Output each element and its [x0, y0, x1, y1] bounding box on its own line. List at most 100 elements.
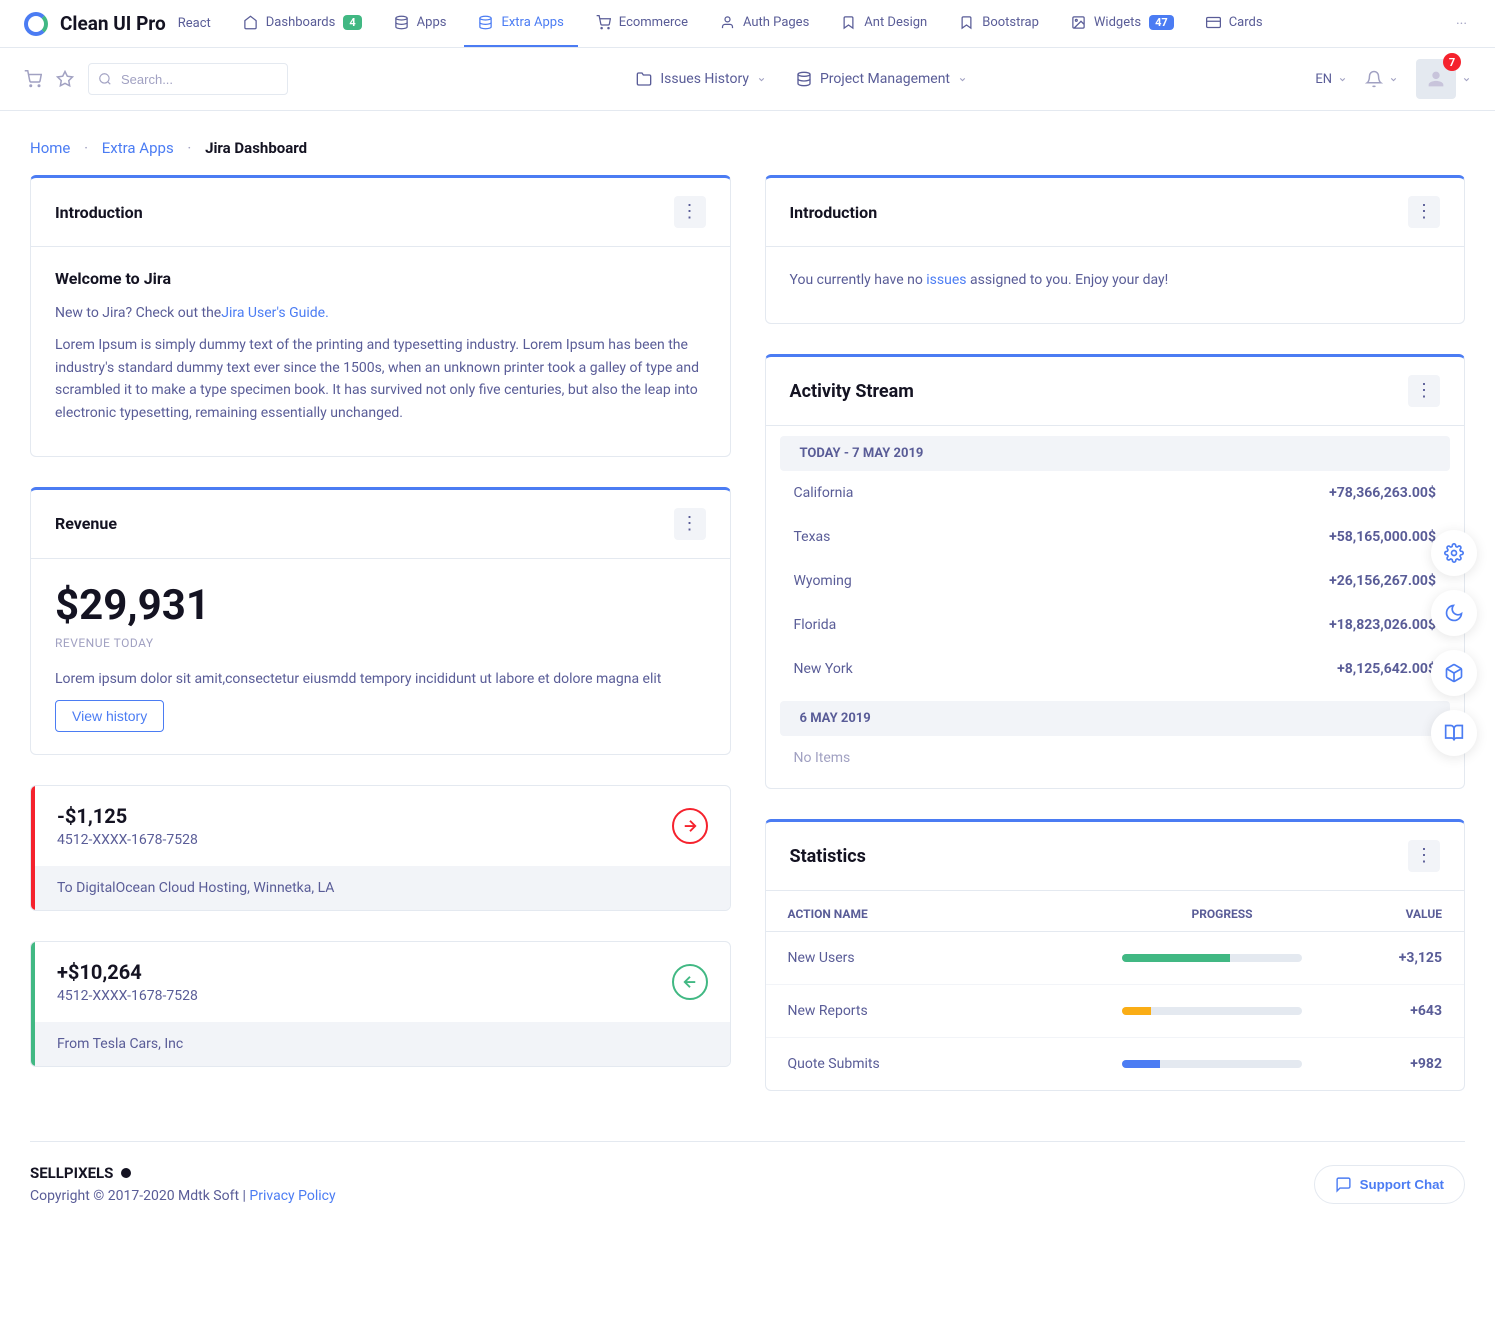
col-progress: PROGRESS: [1122, 907, 1322, 921]
cart-button[interactable]: [24, 70, 42, 88]
stat-name: New Reports: [788, 1003, 1123, 1019]
search-icon: [98, 72, 112, 86]
card-body: You currently have no issues assigned to…: [766, 247, 1465, 323]
docs-float-button[interactable]: [1431, 710, 1477, 756]
card-menu-button[interactable]: ⋮: [674, 508, 706, 540]
privacy-link[interactable]: Privacy Policy: [249, 1188, 335, 1204]
nav-label: Apps: [417, 15, 447, 30]
settings-float-button[interactable]: [1431, 530, 1477, 576]
card-menu-button[interactable]: ⋮: [1408, 840, 1440, 872]
nav-bootstrap[interactable]: Bootstrap: [945, 1, 1053, 47]
support-chat-button[interactable]: Support Chat: [1314, 1165, 1465, 1204]
col-value: VALUE: [1322, 907, 1442, 921]
nav-more[interactable]: ···: [1448, 16, 1475, 32]
top-nav: Clean UI Pro React Dashboards 4 Apps Ext…: [0, 0, 1495, 48]
nav-label: Bootstrap: [982, 15, 1039, 30]
star-button[interactable]: [56, 70, 74, 88]
tx-top: +$10,264 4512-XXXX-1678-7528: [31, 942, 730, 1022]
notification-badge: 7: [1443, 53, 1461, 71]
issues-text: You currently have no issues assigned to…: [790, 269, 1441, 291]
nav-label: Ecommerce: [619, 15, 688, 30]
subbar-right: EN 7: [1315, 59, 1471, 99]
activity-empty: No Items: [766, 736, 1465, 788]
breadcrumb-current: Jira Dashboard: [205, 139, 307, 157]
intro-lead: New to Jira? Check out theJira User's Gu…: [55, 302, 706, 324]
card-header: Introduction ⋮: [31, 178, 730, 247]
revenue-amount: $29,931: [55, 581, 706, 630]
footer-brand: SELLPIXELS: [30, 1164, 336, 1182]
card-body: Welcome to Jira New to Jira? Check out t…: [31, 247, 730, 456]
nav-ant[interactable]: Ant Design: [827, 1, 941, 47]
user-menu[interactable]: 7: [1416, 59, 1471, 99]
dot-icon: [121, 1168, 131, 1178]
tx-description: To DigitalOcean Cloud Hosting, Winnetka,…: [31, 866, 730, 910]
project-management-link[interactable]: Project Management: [796, 71, 967, 87]
theme-float-button[interactable]: [1431, 590, 1477, 636]
card-menu-button[interactable]: ⋮: [1408, 196, 1440, 228]
arrow-left-icon: [672, 964, 708, 1000]
statistics-card: Statistics ⋮ ACTION NAME PROGRESS VALUE …: [765, 819, 1466, 1091]
lang-label: EN: [1315, 72, 1332, 87]
chevron-down-icon: [1389, 75, 1398, 84]
issues-link[interactable]: issues: [926, 272, 966, 288]
card-title: Activity Stream: [790, 381, 914, 402]
logo-ring-icon: [24, 12, 48, 36]
view-history-button[interactable]: View history: [55, 700, 164, 732]
breadcrumb-home[interactable]: Home: [30, 139, 70, 157]
card-title: Introduction: [790, 203, 878, 222]
nav-extra-apps[interactable]: Extra Apps: [464, 1, 577, 47]
tx-amount: -$1,125: [57, 804, 198, 828]
jira-guide-link[interactable]: Jira User's Guide.: [221, 305, 329, 321]
nav-label: Ant Design: [864, 15, 927, 30]
notifications-button[interactable]: [1365, 70, 1398, 88]
language-selector[interactable]: EN: [1315, 72, 1347, 87]
nav-label: Widgets: [1094, 15, 1141, 30]
credit-card-icon: [1206, 15, 1221, 30]
package-float-button[interactable]: [1431, 650, 1477, 696]
nav-ecommerce[interactable]: Ecommerce: [582, 1, 702, 47]
activity-row: Florida+18,823,026.00$: [766, 603, 1465, 647]
moon-icon: [1444, 603, 1464, 623]
search-input[interactable]: [88, 63, 288, 95]
search-box: [88, 63, 288, 95]
book-icon: [1444, 723, 1464, 743]
nav-apps[interactable]: Apps: [380, 1, 461, 47]
nav-auth[interactable]: Auth Pages: [706, 1, 823, 47]
stat-name: Quote Submits: [788, 1056, 1123, 1072]
tx-amount: +$10,264: [57, 960, 198, 984]
nav-widgets[interactable]: Widgets 47: [1057, 1, 1188, 47]
intro-body: Lorem Ipsum is simply dummy text of the …: [55, 334, 706, 424]
stat-name: New Users: [788, 950, 1123, 966]
logo[interactable]: Clean UI Pro React: [24, 12, 211, 36]
stats-row: Quote Submits +982: [766, 1038, 1465, 1090]
user-icon: [1425, 68, 1447, 90]
footer-copyright: Copyright © 2017-2020 Mdtk Soft | Privac…: [30, 1188, 336, 1204]
activity-card: Activity Stream ⋮ TODAY - 7 MAY 2019 Cal…: [765, 354, 1466, 789]
nav-label: Cards: [1229, 15, 1263, 30]
card-menu-button[interactable]: ⋮: [674, 196, 706, 228]
col-action: ACTION NAME: [788, 907, 1123, 921]
card-menu-button[interactable]: ⋮: [1408, 375, 1440, 407]
footer: SELLPIXELS Copyright © 2017-2020 Mdtk So…: [0, 1142, 1495, 1234]
logo-title: Clean UI Pro: [60, 12, 166, 35]
left-column: Introduction ⋮ Welcome to Jira New to Ji…: [30, 175, 731, 1091]
activity-date-today: TODAY - 7 MAY 2019: [780, 436, 1451, 471]
card-header: Activity Stream ⋮: [766, 357, 1465, 426]
nav-label: Dashboards: [266, 15, 336, 30]
center-link-label: Issues History: [660, 71, 749, 87]
nav-dashboards[interactable]: Dashboards 4: [229, 1, 376, 47]
folder-icon: [636, 71, 652, 87]
breadcrumb-separator: ·: [84, 139, 88, 157]
revenue-desc: Lorem ipsum dolor sit amit,consectetur e…: [55, 668, 706, 690]
breadcrumb-extra-apps[interactable]: Extra Apps: [102, 139, 174, 157]
issues-history-link[interactable]: Issues History: [636, 71, 766, 87]
nav-cards[interactable]: Cards: [1192, 1, 1277, 47]
activity-row: Texas+58,165,000.00$: [766, 515, 1465, 559]
transaction-incoming: +$10,264 4512-XXXX-1678-7528 From Tesla …: [30, 941, 731, 1067]
tx-top: -$1,125 4512-XXXX-1678-7528: [31, 786, 730, 866]
subbar-center: Issues History Project Management: [288, 71, 1315, 87]
revenue-label: REVENUE TODAY: [55, 636, 706, 650]
arrow-right-icon: [672, 808, 708, 844]
progress-bar: [1122, 954, 1302, 962]
activity-row: New York+8,125,642.00$: [766, 647, 1465, 691]
